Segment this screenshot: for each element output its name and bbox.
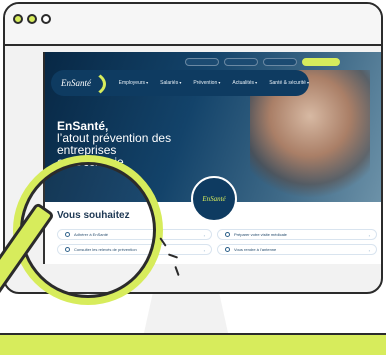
nav-item-sante-securite[interactable]: Santé & sécurité — [269, 80, 309, 86]
nav-item-actualites[interactable]: Actualités — [232, 80, 257, 86]
top-utility-bar — [185, 58, 340, 66]
utility-cta[interactable] — [302, 58, 340, 66]
monitor-topbar — [5, 4, 381, 46]
main-navbar: EnSanté Employeurs Salariés Prévention A… — [51, 69, 309, 99]
option-button[interactable]: Vous rendre à l’antenne › — [217, 244, 377, 255]
nav-item-salaries[interactable]: Salariés — [160, 80, 181, 86]
hero-title-line: l’atout prévention des entreprises — [57, 131, 172, 157]
option-button[interactable]: Préparer votre visite médicale › — [217, 229, 377, 240]
nav-item-employeurs[interactable]: Employeurs — [119, 80, 149, 86]
window-dot — [13, 14, 23, 24]
chevron-right-icon: › — [368, 248, 370, 253]
chevron-right-icon: › — [203, 248, 205, 253]
circular-logo: EnSanté — [191, 176, 237, 222]
site-logo[interactable]: EnSanté — [61, 69, 107, 99]
chevron-right-icon: › — [368, 233, 370, 238]
desk-surface — [0, 333, 386, 355]
utility-link[interactable] — [224, 58, 258, 66]
window-dot — [41, 14, 51, 24]
option-label: Préparer votre visite médicale — [234, 232, 287, 237]
option-label: Vous rendre à l’antenne — [234, 247, 277, 252]
window-dot — [27, 14, 37, 24]
location-icon — [225, 247, 230, 252]
utility-link[interactable] — [185, 58, 219, 66]
utility-link[interactable] — [263, 58, 297, 66]
nav-item-prevention[interactable]: Prévention — [193, 80, 220, 86]
window-dots — [13, 14, 51, 24]
calendar-icon — [225, 232, 230, 237]
chevron-right-icon: › — [203, 233, 205, 238]
